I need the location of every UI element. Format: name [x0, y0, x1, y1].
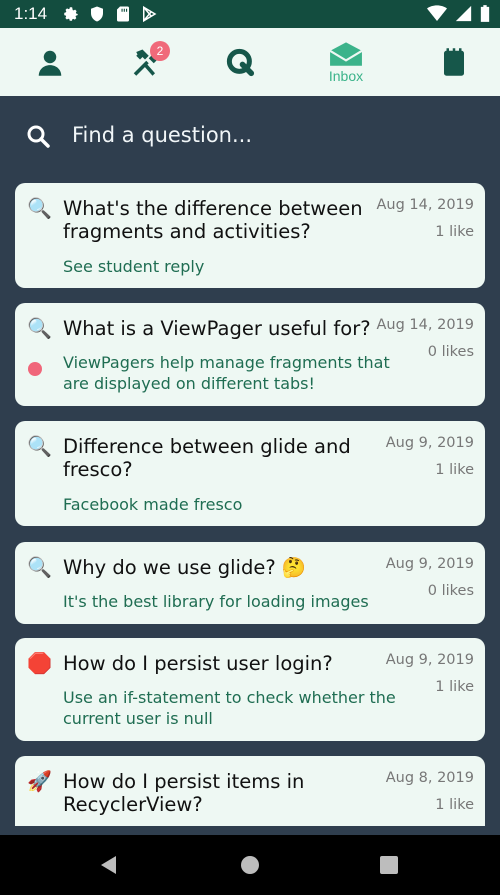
- question-date: Aug 9, 2019: [385, 435, 474, 451]
- search-icon[interactable]: [26, 124, 50, 148]
- stop-sign-emoji-icon: 🛑: [27, 651, 52, 675]
- question-title: What is a ViewPager useful for?: [63, 317, 371, 340]
- question-reply: Use an if-statement to check whether the…: [63, 688, 396, 728]
- magnifier-emoji-icon: 🔍: [27, 555, 52, 579]
- nav-tab-inbox[interactable]: Inbox: [296, 28, 396, 96]
- question-title: How do I persist user login?: [63, 652, 333, 675]
- question-card[interactable]: 🛑 How do I persist user login? Aug 9, 20…: [15, 638, 485, 741]
- question-title: What's the difference between fragments …: [63, 197, 363, 243]
- question-likes: 1 like: [435, 462, 474, 478]
- question-likes: 1 like: [435, 679, 474, 695]
- question-likes: 1 like: [435, 797, 474, 813]
- question-list[interactable]: 🔍 What's the difference between fragment…: [0, 176, 500, 826]
- system-navigation-bar: [0, 835, 500, 895]
- question-reply: It's the best library for loading images: [63, 592, 369, 611]
- q-icon: [226, 48, 255, 77]
- question-reply: See student reply: [63, 257, 205, 276]
- home-icon[interactable]: [239, 854, 261, 876]
- notepad-icon: [444, 48, 464, 76]
- question-date: Aug 8, 2019: [385, 770, 474, 786]
- question-card[interactable]: 🔍 What's the difference between fragment…: [15, 183, 485, 288]
- person-icon: [38, 50, 62, 76]
- search-bar: [0, 96, 500, 176]
- status-notification-icons: [62, 5, 158, 23]
- question-card[interactable]: 🔍 Difference between glide and fresco? A…: [15, 421, 485, 526]
- question-date: Aug 9, 2019: [385, 556, 474, 572]
- magnifier-emoji-icon: 🔍: [27, 316, 52, 340]
- nav-tab-tools[interactable]: 2: [95, 28, 195, 96]
- question-reply: Facebook made fresco: [63, 495, 243, 514]
- unread-indicator: [28, 362, 42, 376]
- status-system-icons: [427, 5, 490, 22]
- question-title: Why do we use glide? 🤔: [63, 556, 307, 579]
- question-date: Aug 14, 2019: [376, 197, 475, 213]
- nav-tab-inbox-label: Inbox: [328, 67, 364, 84]
- question-date: Aug 14, 2019: [376, 317, 475, 333]
- wifi-icon: [427, 5, 447, 21]
- nav-tab-profile[interactable]: [0, 28, 100, 96]
- status-bar: 1:14: [0, 0, 500, 28]
- rocket-emoji-icon: 🚀: [27, 769, 52, 793]
- play-store-icon: [143, 5, 157, 23]
- question-date: Aug 9, 2019: [385, 652, 474, 668]
- question-likes: 0 likes: [427, 344, 474, 360]
- battery-icon: [480, 5, 490, 22]
- tools-notification-badge: 2: [150, 41, 170, 61]
- envelope-open-icon: [329, 41, 363, 66]
- question-card[interactable]: 🔍 Why do we use glide? 🤔 Aug 9, 2019 0 l…: [15, 542, 485, 624]
- question-likes: 0 likes: [427, 583, 474, 599]
- question-reply: ViewPagers help manage fragments that ar…: [63, 353, 390, 393]
- cell-signal-icon: [455, 5, 472, 22]
- nav-tab-notes[interactable]: [404, 28, 500, 96]
- shield-icon: [91, 6, 103, 22]
- back-icon[interactable]: [98, 854, 120, 876]
- magnifier-emoji-icon: 🔍: [27, 434, 52, 458]
- status-time: 1:14: [14, 4, 48, 23]
- question-card[interactable]: 🔍 What is a ViewPager useful for? Aug 14…: [15, 303, 485, 406]
- settings-gear-icon: [64, 7, 78, 21]
- question-likes: 1 like: [435, 224, 474, 240]
- nav-tab-questions[interactable]: [190, 28, 290, 96]
- top-navigation-bar: 2 Inbox: [0, 28, 500, 96]
- magnifier-emoji-icon: 🔍: [27, 196, 52, 220]
- question-title: Difference between glide and fresco?: [63, 435, 351, 481]
- question-title: How do I persist items in RecyclerView?: [63, 770, 305, 816]
- sd-card-icon: [117, 6, 129, 22]
- recents-icon[interactable]: [378, 854, 400, 876]
- question-card[interactable]: 🚀 How do I persist items in RecyclerView…: [15, 756, 485, 826]
- search-input[interactable]: [72, 118, 472, 152]
